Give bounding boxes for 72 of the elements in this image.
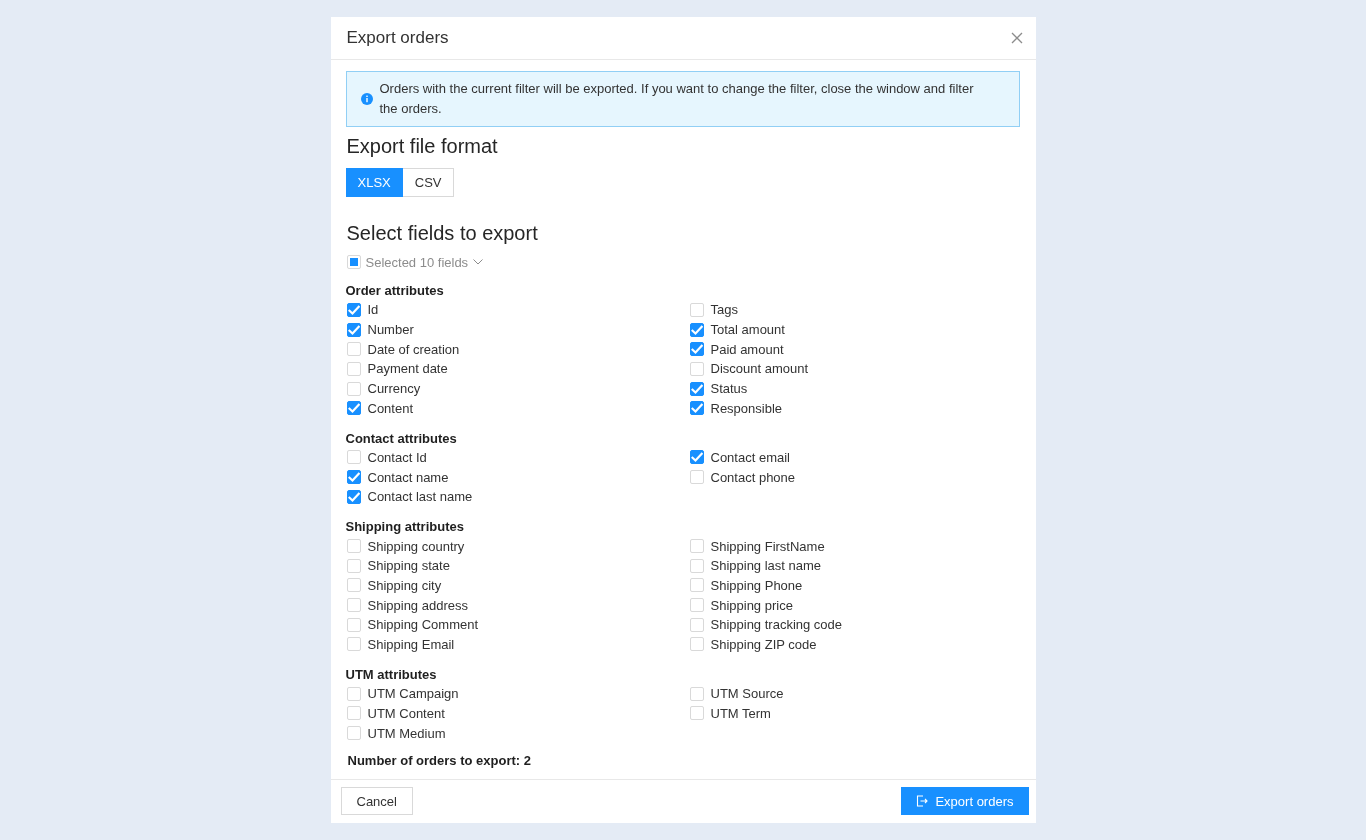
- checkbox-label: Contact phone: [710, 469, 796, 485]
- checkbox-label: Payment date: [367, 361, 448, 377]
- checkbox[interactable]: [346, 302, 361, 317]
- checkmark-icon: [347, 490, 360, 503]
- checkbox-label: Shipping tracking code: [710, 617, 843, 633]
- checkbox-label: Shipping last name: [710, 558, 822, 574]
- order-count: Number of orders to export: 2: [346, 751, 532, 770]
- selected-count-dropdown[interactable]: Selected 10 fields: [365, 254, 469, 270]
- checkbox-label: Shipping price: [710, 597, 793, 613]
- checkbox-label: UTM Medium: [367, 725, 446, 741]
- checkbox-label: Shipping Email: [367, 636, 455, 652]
- checkbox-label: Number: [367, 322, 414, 338]
- format-option[interactable]: CSV: [402, 168, 455, 197]
- checkbox-label: Date of creation: [367, 341, 460, 357]
- section-heading: Export file format: [346, 134, 499, 159]
- chevron-down-icon[interactable]: [473, 259, 484, 265]
- checkbox[interactable]: [689, 322, 704, 337]
- checkmark-icon: [690, 323, 703, 336]
- checkmark-icon: [690, 382, 703, 395]
- checkbox-label: Shipping country: [367, 538, 465, 554]
- checkbox[interactable]: [689, 401, 704, 416]
- checkbox-label: Total amount: [710, 322, 785, 338]
- info-icon: [360, 93, 373, 105]
- checkbox-label: Shipping state: [367, 558, 450, 574]
- checkbox[interactable]: [346, 322, 361, 337]
- checkbox-label: Shipping FirstName: [710, 538, 825, 554]
- checkbox-label: Shipping Phone: [710, 577, 803, 593]
- checkbox-label: Currency: [367, 381, 421, 397]
- checkmark-icon: [690, 402, 703, 415]
- checkmark-icon: [347, 323, 360, 336]
- export-button[interactable]: Export orders: [901, 787, 1029, 816]
- checkbox-label: Content: [367, 400, 414, 416]
- checkbox[interactable]: [346, 489, 361, 504]
- group-title: Contact attributes: [345, 429, 458, 448]
- group-title: Shipping attributes: [345, 518, 465, 537]
- checkbox-label: Shipping city: [367, 577, 442, 593]
- checkbox[interactable]: [346, 401, 361, 416]
- checkbox-label: Status: [710, 381, 748, 397]
- checkbox[interactable]: [689, 381, 704, 396]
- section-heading: Select fields to export: [346, 221, 539, 246]
- checkbox-label: UTM Term: [710, 705, 771, 721]
- checkbox-label: Contact Id: [367, 449, 427, 465]
- checkbox-label: Contact email: [710, 449, 790, 465]
- checkbox-label: Id: [367, 302, 379, 318]
- group-title: UTM attributes: [345, 665, 438, 684]
- checkbox-label: Contact name: [367, 469, 449, 485]
- checkbox[interactable]: [689, 450, 704, 465]
- checkmark-icon: [347, 402, 360, 415]
- checkbox[interactable]: [689, 342, 704, 357]
- checkmark-icon: [690, 343, 703, 356]
- close-icon[interactable]: [1010, 32, 1023, 44]
- checkbox-label: Discount amount: [710, 361, 809, 377]
- checkmark-icon: [347, 303, 360, 316]
- checkbox-label: Responsible: [710, 400, 783, 416]
- checkbox[interactable]: [346, 470, 361, 485]
- checkbox-label: UTM Content: [367, 705, 445, 721]
- checkbox-label: Shipping address: [367, 597, 468, 613]
- checkbox-label: Shipping ZIP code: [710, 636, 817, 652]
- checkbox-label: Paid amount: [710, 341, 784, 357]
- checkbox-label: Tags: [710, 302, 738, 318]
- checkbox-label: UTM Campaign: [367, 686, 459, 702]
- checkbox-label: Contact last name: [367, 489, 473, 505]
- checkbox-label: UTM Source: [710, 686, 784, 702]
- format-option[interactable]: XLSX: [345, 168, 403, 197]
- checkbox-label: Shipping Comment: [367, 617, 479, 633]
- checkmark-icon: [690, 451, 703, 464]
- dialog-title: Export orders: [346, 28, 449, 48]
- checkmark-icon: [347, 471, 360, 484]
- group-title: Order attributes: [345, 282, 445, 300]
- info-message: Orders with the current filter will be exported. If you want to change the filter, close the window and filter the orders.: [379, 80, 975, 118]
- export-icon: [916, 795, 929, 808]
- cancel-button[interactable]: Cancel: [340, 787, 413, 816]
